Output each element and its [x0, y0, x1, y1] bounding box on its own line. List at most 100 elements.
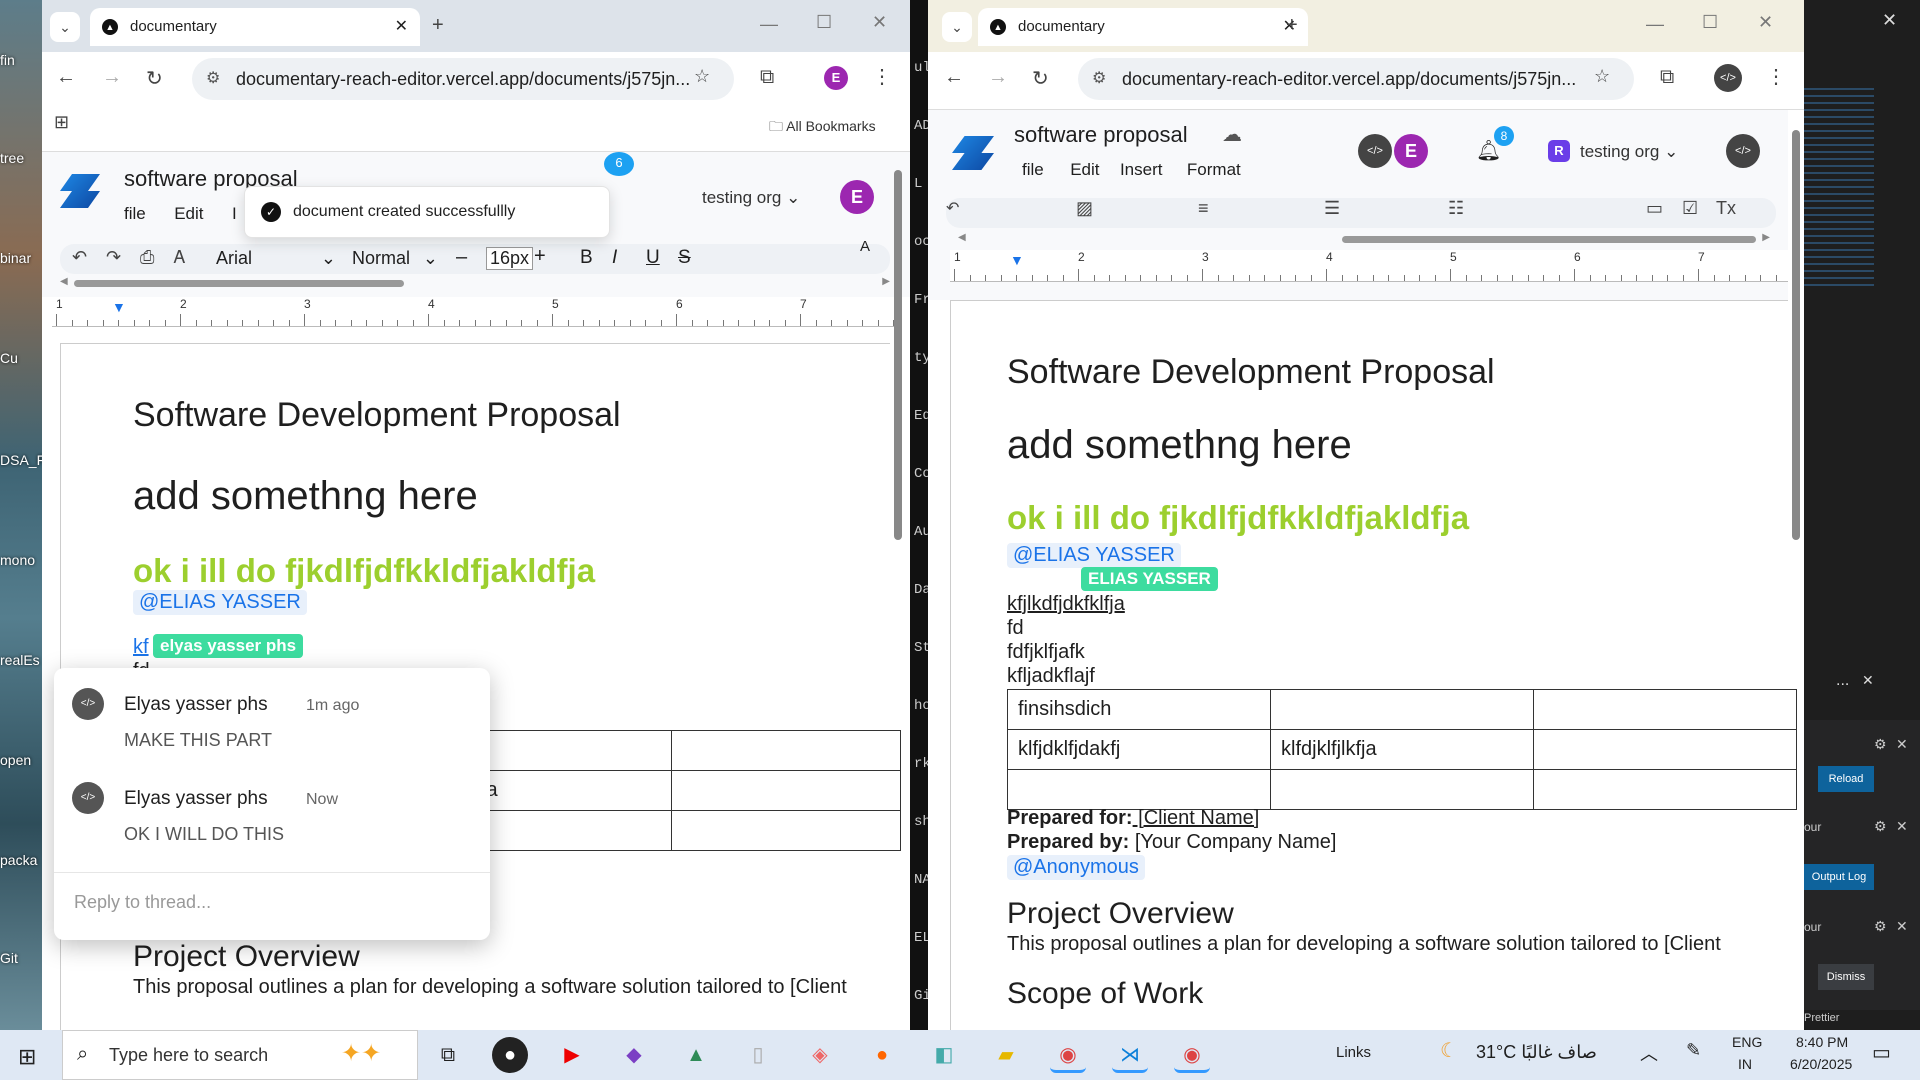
table-cell[interactable] — [1270, 689, 1534, 730]
visual-studio-icon[interactable]: ◆ — [616, 1037, 652, 1073]
taskbar-search[interactable]: ⌕ Type here to search ✦✦ — [62, 1030, 418, 1080]
desktop-icon[interactable]: tree — [0, 150, 42, 166]
profile-avatar[interactable]: </> — [1714, 64, 1742, 92]
weather-text[interactable]: 31°C صاف غالبًا — [1476, 1042, 1597, 1063]
close-window-icon[interactable]: ✕ — [872, 12, 887, 33]
close-window-icon[interactable]: ✕ — [1758, 12, 1773, 33]
chart-app-icon[interactable]: ▲ — [678, 1037, 714, 1073]
org-switcher[interactable]: testing org ⌄ — [1580, 142, 1678, 162]
font-size-input[interactable]: 16px — [486, 247, 534, 270]
user-avatar[interactable]: E — [1394, 134, 1428, 168]
tab-search-button[interactable]: ⌄ — [942, 12, 972, 42]
bold-button[interactable]: B — [580, 247, 593, 269]
desktop-icon[interactable]: open — [0, 752, 42, 768]
back-icon[interactable]: ← — [944, 66, 964, 89]
address-bar[interactable]: ⚙ documentary-reach-editor.vercel.app/do… — [192, 58, 734, 100]
page-scrollbar[interactable] — [1792, 130, 1800, 540]
app-logo-icon[interactable] — [952, 136, 994, 170]
italic-button[interactable]: I — [612, 247, 617, 269]
redo-icon[interactable]: ↷ — [106, 247, 121, 268]
vscode-icon[interactable]: ⋊ — [1112, 1037, 1148, 1073]
table-cell[interactable] — [1007, 769, 1271, 810]
gear-icon[interactable]: ⚙ — [1874, 736, 1887, 753]
desktop-icon[interactable]: fin — [0, 52, 42, 68]
browser-menu-icon[interactable]: ⋮ — [1766, 64, 1786, 89]
underline-button[interactable]: U — [646, 247, 660, 269]
collaborator-avatar[interactable]: </> — [1358, 134, 1392, 168]
tab-search-button[interactable]: ⌄ — [50, 12, 80, 42]
maximize-icon[interactable]: ☐ — [1702, 12, 1718, 33]
git-app-icon[interactable]: ◈ — [802, 1037, 838, 1073]
org-switcher[interactable]: testing org ⌄ — [702, 188, 800, 208]
new-tab-icon[interactable]: + — [1286, 14, 1298, 37]
scroll-left-icon[interactable]: ◀ — [958, 232, 966, 243]
extensions-icon[interactable]: ⧉ — [1660, 66, 1674, 89]
font-family-select[interactable]: Arial ⌄ — [216, 248, 346, 269]
scroll-left-icon[interactable]: ◀ — [60, 276, 68, 287]
scroll-thumb[interactable] — [1342, 236, 1756, 243]
table-cell[interactable] — [1270, 769, 1534, 810]
desktop-icon[interactable]: realEs — [0, 652, 42, 668]
undo-icon[interactable]: ↶ — [946, 198, 959, 218]
indent-marker-icon[interactable]: ▼ — [112, 299, 126, 315]
close-icon[interactable]: ✕ — [1896, 918, 1908, 935]
undo-icon[interactable]: ↶ — [72, 247, 87, 268]
indent-marker-icon[interactable]: ▼ — [1010, 252, 1024, 268]
database-icon[interactable]: ◧ — [926, 1037, 962, 1073]
bookmark-star-icon[interactable]: ☆ — [1594, 66, 1610, 87]
table-cell[interactable] — [1533, 769, 1797, 810]
scroll-right-icon[interactable]: ▶ — [882, 276, 890, 287]
chrome-icon[interactable]: ◉ — [1174, 1037, 1210, 1073]
table-cell[interactable] — [671, 770, 901, 811]
account-avatar[interactable]: </> — [1726, 134, 1760, 168]
output-log-button[interactable]: Output Log — [1804, 864, 1874, 890]
scroll-thumb[interactable] — [74, 280, 404, 287]
toolbar-scrollbar[interactable]: ◀ ▶ — [958, 232, 1770, 246]
tab-documentary[interactable]: ▲ documentary ✕ — [978, 8, 1308, 46]
desktop-icon[interactable]: packa — [0, 852, 42, 868]
tab-documentary[interactable]: ▲ documentary ✕ — [90, 8, 420, 46]
language-top[interactable]: ENG — [1732, 1034, 1762, 1050]
minimize-icon[interactable]: — — [1646, 14, 1664, 35]
show-hidden-icons[interactable]: ︿ — [1640, 1040, 1658, 1066]
reply-input[interactable]: Reply to thread... — [74, 892, 211, 913]
dismiss-button[interactable]: Dismiss — [1818, 964, 1874, 990]
site-info-icon[interactable]: ⚙ — [1092, 58, 1106, 100]
text-style-select[interactable]: Normal ⌄ — [352, 248, 442, 269]
tab-close-icon[interactable]: ✕ — [395, 8, 408, 46]
ellipsis[interactable]: ... — [1836, 672, 1849, 690]
reload-icon[interactable]: ↻ — [146, 66, 163, 91]
extensions-icon[interactable]: ⧉ — [760, 66, 774, 89]
clock-date[interactable]: 6/20/2025 — [1790, 1056, 1852, 1072]
close-icon[interactable]: ✕ — [1896, 818, 1908, 835]
profile-avatar[interactable]: E — [824, 66, 848, 90]
menu-file[interactable]: file — [1022, 160, 1044, 179]
back-icon[interactable]: ← — [56, 66, 76, 89]
chrome-icon[interactable]: ◉ — [1050, 1037, 1086, 1073]
scroll-right-icon[interactable]: ▶ — [1762, 232, 1770, 243]
document-page[interactable]: Software Development Proposal add someth… — [950, 300, 1797, 1030]
minimize-icon[interactable]: — — [760, 14, 778, 35]
notification-center-icon[interactable]: ▭ — [1872, 1040, 1891, 1065]
menu-format[interactable]: Format — [1187, 160, 1241, 179]
pen-icon[interactable]: ✎ — [1686, 1040, 1701, 1061]
apps-grid-icon[interactable]: ⊞ — [54, 112, 69, 133]
site-info-icon[interactable]: ⚙ — [206, 58, 220, 100]
bullet-list-icon[interactable]: ☰ — [1324, 198, 1340, 219]
task-view-icon[interactable]: ⧉ — [430, 1037, 466, 1073]
table-cell[interactable]: klfdjklfjlkfja — [1270, 729, 1534, 770]
clock-time[interactable]: 8:40 PM — [1796, 1034, 1848, 1050]
close-icon[interactable]: ✕ — [1882, 10, 1897, 31]
github-icon[interactable]: ● — [492, 1037, 528, 1073]
document-title[interactable]: software proposal — [1014, 122, 1188, 148]
maximize-icon[interactable]: ☐ — [816, 12, 832, 33]
new-tab-icon[interactable]: + — [432, 14, 444, 37]
forward-icon[interactable]: → — [102, 66, 122, 89]
file-explorer-icon[interactable]: ▰ — [988, 1037, 1024, 1073]
prettier-status[interactable]: Prettier — [1804, 1012, 1839, 1024]
desktop-icon[interactable]: Git — [0, 950, 42, 966]
gear-icon[interactable]: ⚙ — [1874, 918, 1887, 935]
desktop-icon[interactable]: binar — [0, 250, 42, 266]
add-comment-icon[interactable]: ▭ — [1646, 198, 1663, 219]
language-bottom[interactable]: IN — [1738, 1056, 1752, 1072]
